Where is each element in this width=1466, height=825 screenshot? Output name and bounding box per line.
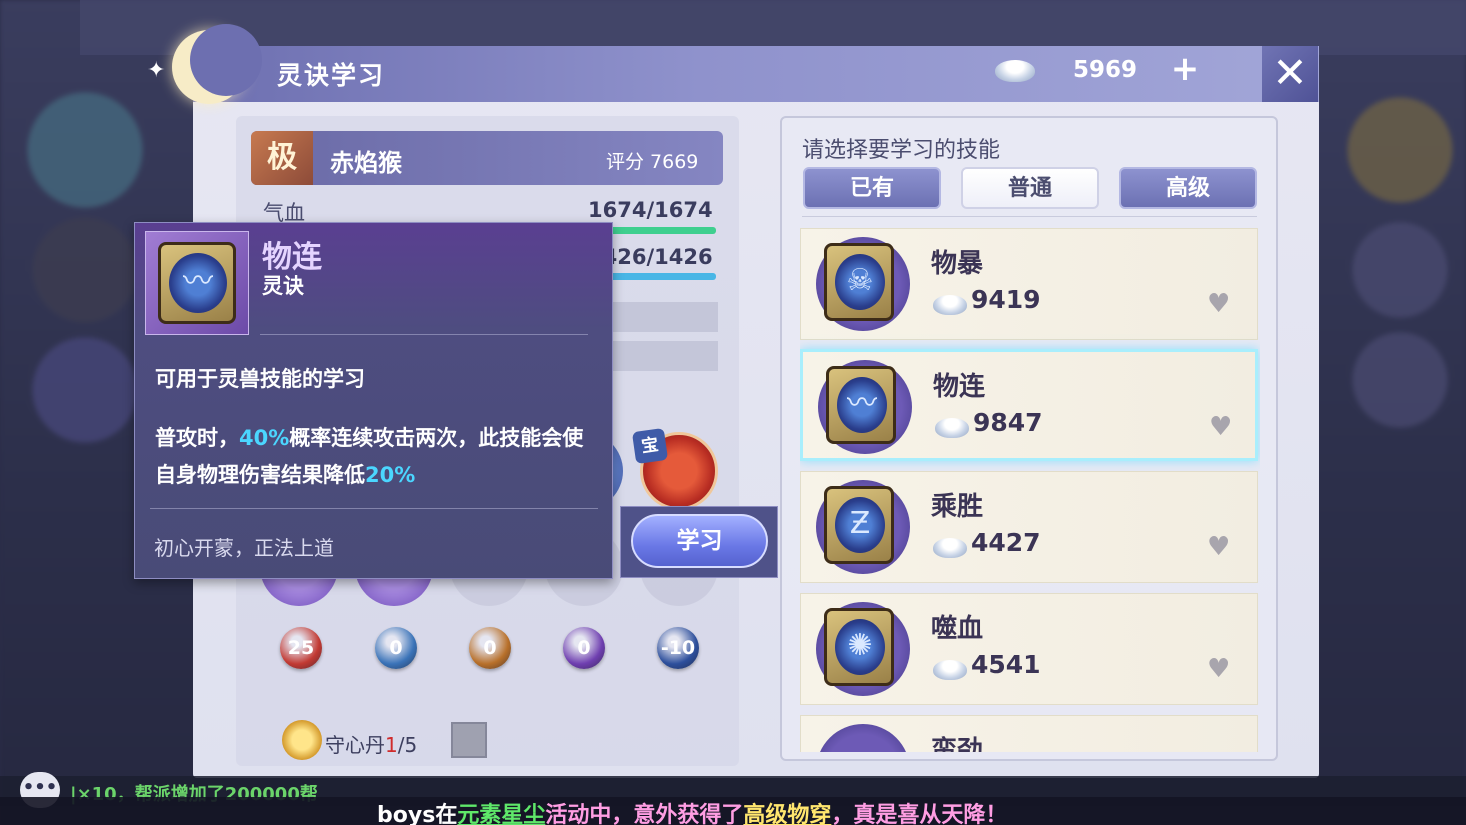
tooltip-usage: 可用于灵兽技能的学习 [155,367,365,391]
tab-divider [802,216,1257,217]
silver-ingot-icon [933,295,967,315]
earth-element-badge: 0 [469,627,511,669]
fire-element-badge: 25 [280,627,322,669]
skill-item-wubao[interactable]: ☠ 物暴 9419 ♥ [800,228,1258,340]
bird-decoration-icon: ✦ [147,58,166,83]
divider [260,334,588,335]
dark-element-badge: 0 [563,627,605,669]
add-currency-button[interactable]: + [1168,52,1202,86]
silver-ingot-icon [995,60,1035,82]
skill-item-wulian[interactable]: 〰 物连 9847 ♥ [800,349,1258,461]
select-skill-prompt: 请选择要学习的技能 [802,138,1001,163]
mp-bar [600,273,716,280]
tab-owned[interactable]: 已有 [803,167,941,209]
pet-name: 赤焰猴 [330,149,402,177]
skill-item-manjin[interactable]: 蛮劲 [800,715,1258,752]
currency-value: 5969 [1073,57,1138,83]
pet-score: 评分 7669 [606,151,699,173]
window-title: 灵诀学习 [277,61,386,90]
close-button[interactable]: ✕ [1262,46,1318,102]
favorite-heart-icon[interactable]: ♥ [1207,654,1230,684]
treasure-tag: 宝 [631,427,669,465]
learn-button[interactable]: 学习 [631,514,768,568]
book-icon: 〰 [158,242,236,324]
hp-bar [600,227,716,234]
pet-grade-badge: 极 [251,131,313,185]
skill-name: 噬血 [931,614,984,644]
shouxin-pill-icon [282,720,322,760]
wind-element-badge: -10 [657,627,699,669]
skill-book-icon: ✺ [816,602,910,696]
tooltip-skill-type: 灵诀 [262,274,304,298]
skill-book-icon: 〰 [818,360,912,454]
tooltip-description: 普攻时，40%概率连续攻击两次，此技能会使自身物理伤害结果降低20% [155,426,584,487]
skill-item-chengsheng[interactable]: Ƶ 乘胜 4427 ♥ [800,471,1258,583]
tab-normal[interactable]: 普通 [961,167,1099,209]
moon-decoration-icon [172,24,262,104]
skill-price: 4427 [971,528,1041,557]
tooltip-flavor-text: 初心开蒙，正法上道 [154,536,334,560]
skill-book-icon: ☠ [816,237,910,331]
skill-price: 4541 [971,650,1041,679]
silver-ingot-icon [935,418,969,438]
item-slot[interactable] [451,722,487,758]
skill-name: 物连 [933,372,986,402]
favorite-heart-icon[interactable]: ♥ [1209,412,1232,442]
skill-name: 乘胜 [931,492,984,522]
skill-name: 物暴 [931,249,984,279]
silver-ingot-icon [933,538,967,558]
favorite-heart-icon[interactable]: ♥ [1207,532,1230,562]
skill-price: 9847 [973,408,1043,437]
skill-price: 9419 [971,285,1041,314]
hp-value: 1674/1674 [588,198,713,222]
skill-list[interactable]: ☠ 物暴 9419 ♥ 〰 物连 9847 ♥ Ƶ 乘胜 4427 ♥ ✺ 噬血… [800,228,1260,752]
skill-item-shixue[interactable]: ✺ 噬血 4541 ♥ [800,593,1258,705]
skill-book-icon [816,724,910,752]
divider [150,508,598,509]
favorite-heart-icon[interactable]: ♥ [1207,289,1230,319]
skill-name: 蛮劲 [931,736,984,752]
silver-ingot-icon [933,660,967,680]
item-count-label: 守心丹1/5 [325,733,418,757]
broadcast-message: boys在元素星尘活动中，意外获得了高级物穿，真是喜从天降！ [377,803,1008,825]
skill-book-icon: Ƶ [816,480,910,574]
skill-book-icon: 〰 [145,231,249,335]
water-element-badge: 0 [375,627,417,669]
tab-advanced[interactable]: 高级 [1119,167,1257,209]
